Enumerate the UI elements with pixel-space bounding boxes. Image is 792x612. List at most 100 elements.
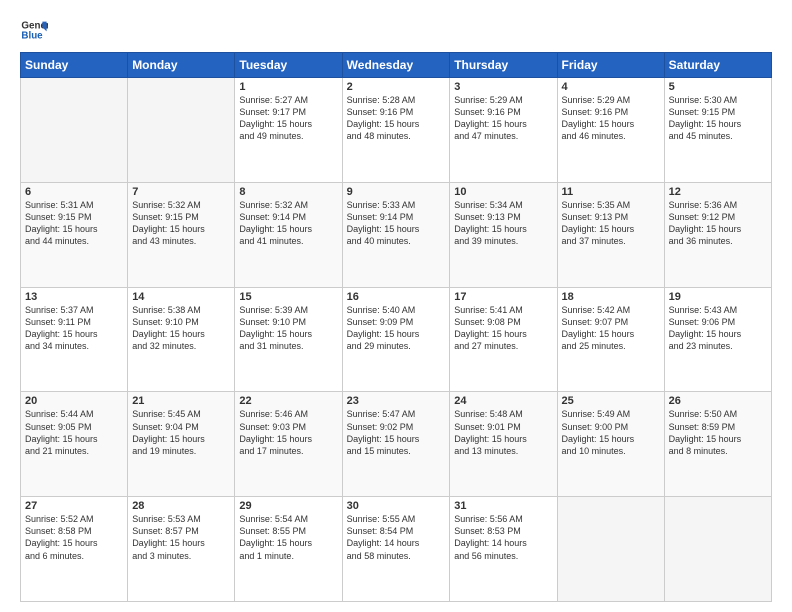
- day-info: Sunrise: 5:44 AM Sunset: 9:05 PM Dayligh…: [25, 408, 123, 457]
- day-info: Sunrise: 5:41 AM Sunset: 9:08 PM Dayligh…: [454, 304, 552, 353]
- day-info: Sunrise: 5:54 AM Sunset: 8:55 PM Dayligh…: [239, 513, 337, 562]
- day-info: Sunrise: 5:39 AM Sunset: 9:10 PM Dayligh…: [239, 304, 337, 353]
- calendar-cell: 27Sunrise: 5:52 AM Sunset: 8:58 PM Dayli…: [21, 497, 128, 602]
- calendar-week-row: 27Sunrise: 5:52 AM Sunset: 8:58 PM Dayli…: [21, 497, 772, 602]
- day-number: 2: [347, 81, 446, 93]
- weekday-header-tuesday: Tuesday: [235, 53, 342, 78]
- day-number: 20: [25, 395, 123, 407]
- calendar-cell: 16Sunrise: 5:40 AM Sunset: 9:09 PM Dayli…: [342, 287, 450, 392]
- day-number: 19: [669, 291, 767, 303]
- calendar-cell: 9Sunrise: 5:33 AM Sunset: 9:14 PM Daylig…: [342, 182, 450, 287]
- day-number: 28: [132, 500, 230, 512]
- day-number: 14: [132, 291, 230, 303]
- calendar-cell: 24Sunrise: 5:48 AM Sunset: 9:01 PM Dayli…: [450, 392, 557, 497]
- calendar-cell: 17Sunrise: 5:41 AM Sunset: 9:08 PM Dayli…: [450, 287, 557, 392]
- calendar-cell: 30Sunrise: 5:55 AM Sunset: 8:54 PM Dayli…: [342, 497, 450, 602]
- calendar-cell: [664, 497, 771, 602]
- day-info: Sunrise: 5:32 AM Sunset: 9:15 PM Dayligh…: [132, 199, 230, 248]
- calendar-cell: 13Sunrise: 5:37 AM Sunset: 9:11 PM Dayli…: [21, 287, 128, 392]
- weekday-header-monday: Monday: [128, 53, 235, 78]
- calendar-table: SundayMondayTuesdayWednesdayThursdayFrid…: [20, 52, 772, 602]
- day-number: 3: [454, 81, 552, 93]
- day-number: 12: [669, 186, 767, 198]
- day-info: Sunrise: 5:42 AM Sunset: 9:07 PM Dayligh…: [562, 304, 660, 353]
- day-info: Sunrise: 5:50 AM Sunset: 8:59 PM Dayligh…: [669, 408, 767, 457]
- svg-text:Blue: Blue: [21, 30, 43, 41]
- calendar-cell: 15Sunrise: 5:39 AM Sunset: 9:10 PM Dayli…: [235, 287, 342, 392]
- calendar-cell: 8Sunrise: 5:32 AM Sunset: 9:14 PM Daylig…: [235, 182, 342, 287]
- day-number: 24: [454, 395, 552, 407]
- weekday-header-friday: Friday: [557, 53, 664, 78]
- calendar-cell: 11Sunrise: 5:35 AM Sunset: 9:13 PM Dayli…: [557, 182, 664, 287]
- day-number: 9: [347, 186, 446, 198]
- day-number: 26: [669, 395, 767, 407]
- day-info: Sunrise: 5:33 AM Sunset: 9:14 PM Dayligh…: [347, 199, 446, 248]
- day-info: Sunrise: 5:40 AM Sunset: 9:09 PM Dayligh…: [347, 304, 446, 353]
- header: General Blue: [20, 16, 772, 44]
- calendar-cell: 3Sunrise: 5:29 AM Sunset: 9:16 PM Daylig…: [450, 78, 557, 183]
- day-number: 23: [347, 395, 446, 407]
- day-info: Sunrise: 5:27 AM Sunset: 9:17 PM Dayligh…: [239, 94, 337, 143]
- calendar-cell: 5Sunrise: 5:30 AM Sunset: 9:15 PM Daylig…: [664, 78, 771, 183]
- calendar-cell: 31Sunrise: 5:56 AM Sunset: 8:53 PM Dayli…: [450, 497, 557, 602]
- day-number: 27: [25, 500, 123, 512]
- calendar-cell: 18Sunrise: 5:42 AM Sunset: 9:07 PM Dayli…: [557, 287, 664, 392]
- calendar-cell: 19Sunrise: 5:43 AM Sunset: 9:06 PM Dayli…: [664, 287, 771, 392]
- day-info: Sunrise: 5:52 AM Sunset: 8:58 PM Dayligh…: [25, 513, 123, 562]
- day-info: Sunrise: 5:53 AM Sunset: 8:57 PM Dayligh…: [132, 513, 230, 562]
- calendar-cell: [128, 78, 235, 183]
- day-number: 30: [347, 500, 446, 512]
- calendar-cell: 4Sunrise: 5:29 AM Sunset: 9:16 PM Daylig…: [557, 78, 664, 183]
- day-number: 11: [562, 186, 660, 198]
- weekday-header-sunday: Sunday: [21, 53, 128, 78]
- day-info: Sunrise: 5:31 AM Sunset: 9:15 PM Dayligh…: [25, 199, 123, 248]
- calendar-cell: 21Sunrise: 5:45 AM Sunset: 9:04 PM Dayli…: [128, 392, 235, 497]
- day-number: 15: [239, 291, 337, 303]
- calendar-cell: [557, 497, 664, 602]
- logo: General Blue: [20, 16, 48, 44]
- calendar-cell: 23Sunrise: 5:47 AM Sunset: 9:02 PM Dayli…: [342, 392, 450, 497]
- day-info: Sunrise: 5:30 AM Sunset: 9:15 PM Dayligh…: [669, 94, 767, 143]
- calendar-cell: 25Sunrise: 5:49 AM Sunset: 9:00 PM Dayli…: [557, 392, 664, 497]
- weekday-header-wednesday: Wednesday: [342, 53, 450, 78]
- day-number: 31: [454, 500, 552, 512]
- calendar-cell: 1Sunrise: 5:27 AM Sunset: 9:17 PM Daylig…: [235, 78, 342, 183]
- day-number: 7: [132, 186, 230, 198]
- day-info: Sunrise: 5:49 AM Sunset: 9:00 PM Dayligh…: [562, 408, 660, 457]
- day-number: 17: [454, 291, 552, 303]
- day-info: Sunrise: 5:46 AM Sunset: 9:03 PM Dayligh…: [239, 408, 337, 457]
- calendar-cell: 28Sunrise: 5:53 AM Sunset: 8:57 PM Dayli…: [128, 497, 235, 602]
- calendar-week-row: 1Sunrise: 5:27 AM Sunset: 9:17 PM Daylig…: [21, 78, 772, 183]
- day-info: Sunrise: 5:43 AM Sunset: 9:06 PM Dayligh…: [669, 304, 767, 353]
- weekday-header-thursday: Thursday: [450, 53, 557, 78]
- calendar-cell: 6Sunrise: 5:31 AM Sunset: 9:15 PM Daylig…: [21, 182, 128, 287]
- day-info: Sunrise: 5:34 AM Sunset: 9:13 PM Dayligh…: [454, 199, 552, 248]
- calendar-cell: 29Sunrise: 5:54 AM Sunset: 8:55 PM Dayli…: [235, 497, 342, 602]
- calendar-cell: [21, 78, 128, 183]
- calendar-cell: 26Sunrise: 5:50 AM Sunset: 8:59 PM Dayli…: [664, 392, 771, 497]
- day-info: Sunrise: 5:48 AM Sunset: 9:01 PM Dayligh…: [454, 408, 552, 457]
- day-number: 21: [132, 395, 230, 407]
- page: General Blue SundayMondayTuesdayWednesda…: [0, 0, 792, 612]
- calendar-week-row: 20Sunrise: 5:44 AM Sunset: 9:05 PM Dayli…: [21, 392, 772, 497]
- day-info: Sunrise: 5:38 AM Sunset: 9:10 PM Dayligh…: [132, 304, 230, 353]
- calendar-cell: 22Sunrise: 5:46 AM Sunset: 9:03 PM Dayli…: [235, 392, 342, 497]
- weekday-header-row: SundayMondayTuesdayWednesdayThursdayFrid…: [21, 53, 772, 78]
- day-number: 25: [562, 395, 660, 407]
- day-info: Sunrise: 5:37 AM Sunset: 9:11 PM Dayligh…: [25, 304, 123, 353]
- day-number: 10: [454, 186, 552, 198]
- day-number: 29: [239, 500, 337, 512]
- calendar-cell: 10Sunrise: 5:34 AM Sunset: 9:13 PM Dayli…: [450, 182, 557, 287]
- calendar-cell: 14Sunrise: 5:38 AM Sunset: 9:10 PM Dayli…: [128, 287, 235, 392]
- day-info: Sunrise: 5:35 AM Sunset: 9:13 PM Dayligh…: [562, 199, 660, 248]
- day-info: Sunrise: 5:29 AM Sunset: 9:16 PM Dayligh…: [454, 94, 552, 143]
- day-number: 6: [25, 186, 123, 198]
- day-info: Sunrise: 5:47 AM Sunset: 9:02 PM Dayligh…: [347, 408, 446, 457]
- day-number: 8: [239, 186, 337, 198]
- day-info: Sunrise: 5:29 AM Sunset: 9:16 PM Dayligh…: [562, 94, 660, 143]
- calendar-cell: 20Sunrise: 5:44 AM Sunset: 9:05 PM Dayli…: [21, 392, 128, 497]
- day-number: 22: [239, 395, 337, 407]
- day-number: 18: [562, 291, 660, 303]
- weekday-header-saturday: Saturday: [664, 53, 771, 78]
- day-number: 4: [562, 81, 660, 93]
